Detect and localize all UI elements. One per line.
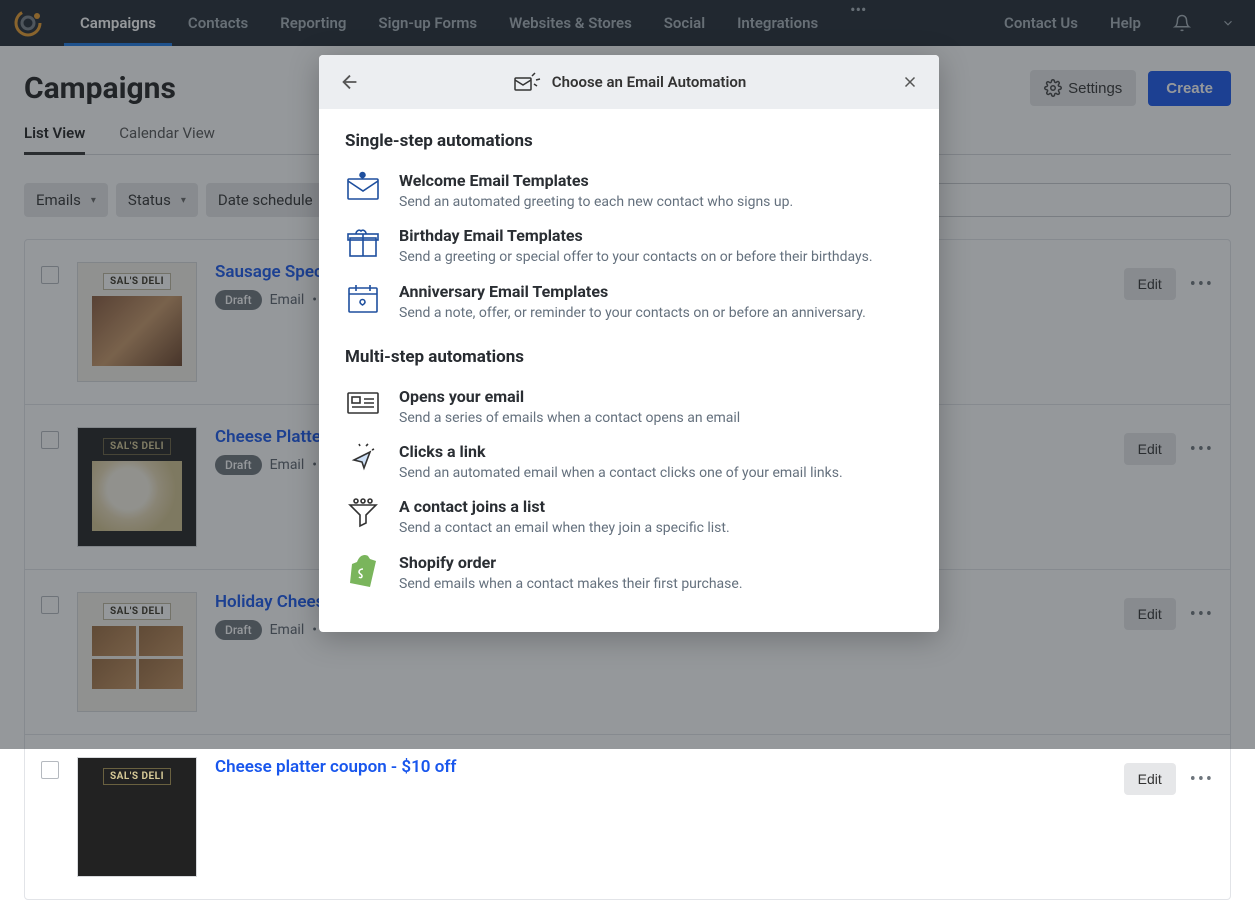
option-title: Welcome Email Templates <box>399 171 913 190</box>
calendar-heart-icon <box>345 282 381 318</box>
option-title: Shopify order <box>399 553 913 572</box>
envelope-heart-icon <box>345 171 381 207</box>
edit-button[interactable]: Edit <box>1124 763 1176 795</box>
option-desc: Send a series of emails when a contact o… <box>399 408 913 428</box>
option-desc: Send an automated email when a contact c… <box>399 463 913 483</box>
gift-icon <box>345 226 381 262</box>
automation-modal: Choose an Email Automation Single-step a… <box>319 55 939 632</box>
option-joins-list[interactable]: A contact joins a list Send a contact an… <box>345 495 913 540</box>
modal-title: Choose an Email Automation <box>552 73 746 91</box>
option-desc: Send emails when a contact makes their f… <box>399 574 913 594</box>
cursor-click-icon <box>345 442 381 478</box>
option-anniversary-email[interactable]: Anniversary Email Templates Send a note,… <box>345 280 913 325</box>
shopify-icon <box>345 553 381 589</box>
close-button[interactable] <box>901 73 919 91</box>
campaign-title[interactable]: Cheese platter coupon - $10 off <box>215 757 1106 777</box>
option-shopify-order[interactable]: Shopify order Send emails when a contact… <box>345 551 913 596</box>
back-button[interactable] <box>339 71 361 93</box>
email-open-icon <box>345 387 381 423</box>
more-actions-icon[interactable]: ••• <box>1190 769 1214 790</box>
option-desc: Send a note, offer, or reminder to your … <box>399 303 913 323</box>
modal-body: Single-step automations Welcome Email Te… <box>319 109 939 632</box>
option-title: Opens your email <box>399 387 913 406</box>
option-title: Anniversary Email Templates <box>399 282 913 301</box>
table-row: SAL'S DELI Cheese platter coupon - $10 o… <box>25 735 1230 899</box>
automation-icon <box>512 70 542 94</box>
campaign-thumbnail[interactable]: SAL'S DELI <box>77 757 197 877</box>
option-desc: Send an automated greeting to each new c… <box>399 192 913 212</box>
option-welcome-email[interactable]: Welcome Email Templates Send an automate… <box>345 169 913 214</box>
modal-header: Choose an Email Automation <box>319 55 939 109</box>
option-birthday-email[interactable]: Birthday Email Templates Send a greeting… <box>345 224 913 269</box>
section-multi-step: Multi-step automations <box>345 347 913 367</box>
option-opens-email[interactable]: Opens your email Send a series of emails… <box>345 385 913 430</box>
option-desc: Send a contact an email when they join a… <box>399 518 913 538</box>
funnel-icon <box>345 497 381 533</box>
option-clicks-link[interactable]: Clicks a link Send an automated email wh… <box>345 440 913 485</box>
section-single-step: Single-step automations <box>345 131 913 151</box>
option-title: A contact joins a list <box>399 497 913 516</box>
option-desc: Send a greeting or special offer to your… <box>399 247 913 267</box>
option-title: Birthday Email Templates <box>399 226 913 245</box>
option-title: Clicks a link <box>399 442 913 461</box>
row-checkbox[interactable] <box>41 761 59 779</box>
